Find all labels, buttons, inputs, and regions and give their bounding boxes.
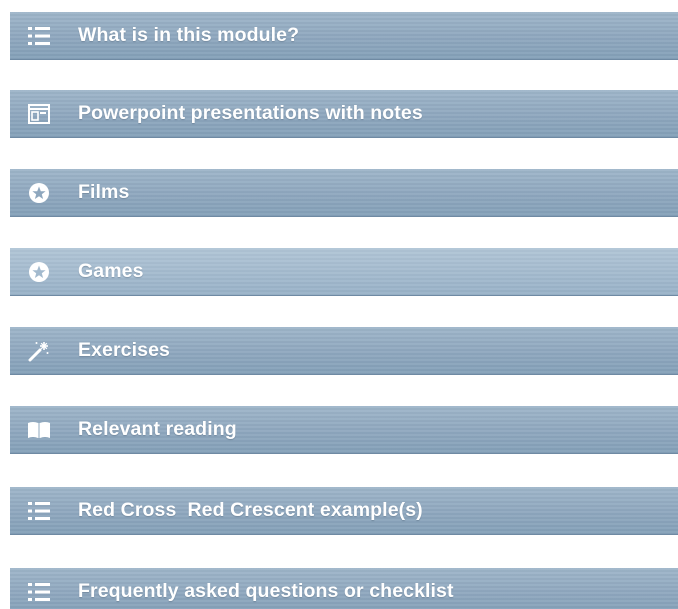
menu-item-label: Games (78, 260, 144, 282)
menu-item-label: Exercises (78, 339, 170, 361)
menu-item-what-is-in-module[interactable]: What is in this module? (10, 12, 678, 60)
menu-item-films[interactable]: Films (10, 169, 678, 217)
menu-item-faq-checklist[interactable]: Frequently asked questions or checklist (10, 568, 678, 609)
menu-item-games[interactable]: Games (10, 248, 678, 296)
menu-item-label: Films (78, 181, 130, 203)
menu-item-label: Frequently asked questions or checklist (78, 580, 454, 602)
star-circle-icon (27, 260, 51, 284)
module-menu: What is in this module? Powerpoint prese… (0, 0, 678, 609)
menu-item-exercises[interactable]: Exercises (10, 327, 678, 375)
list-icon (27, 24, 51, 48)
menu-item-red-cross-examples[interactable]: Red Cross Red Crescent example(s) (10, 487, 678, 535)
list-icon (27, 580, 51, 604)
open-book-icon (27, 418, 51, 442)
menu-item-relevant-reading[interactable]: Relevant reading (10, 406, 678, 454)
menu-item-label: Powerpoint presentations with notes (78, 102, 423, 124)
menu-item-powerpoint-presentations[interactable]: Powerpoint presentations with notes (10, 90, 678, 138)
menu-item-label: Relevant reading (78, 418, 237, 440)
menu-item-label: What is in this module? (78, 24, 300, 46)
menu-item-label: Red Cross Red Crescent example(s) (78, 499, 423, 521)
presentation-icon (27, 102, 51, 126)
list-icon (27, 499, 51, 523)
magic-wand-icon (27, 339, 51, 363)
star-circle-icon (27, 181, 51, 205)
